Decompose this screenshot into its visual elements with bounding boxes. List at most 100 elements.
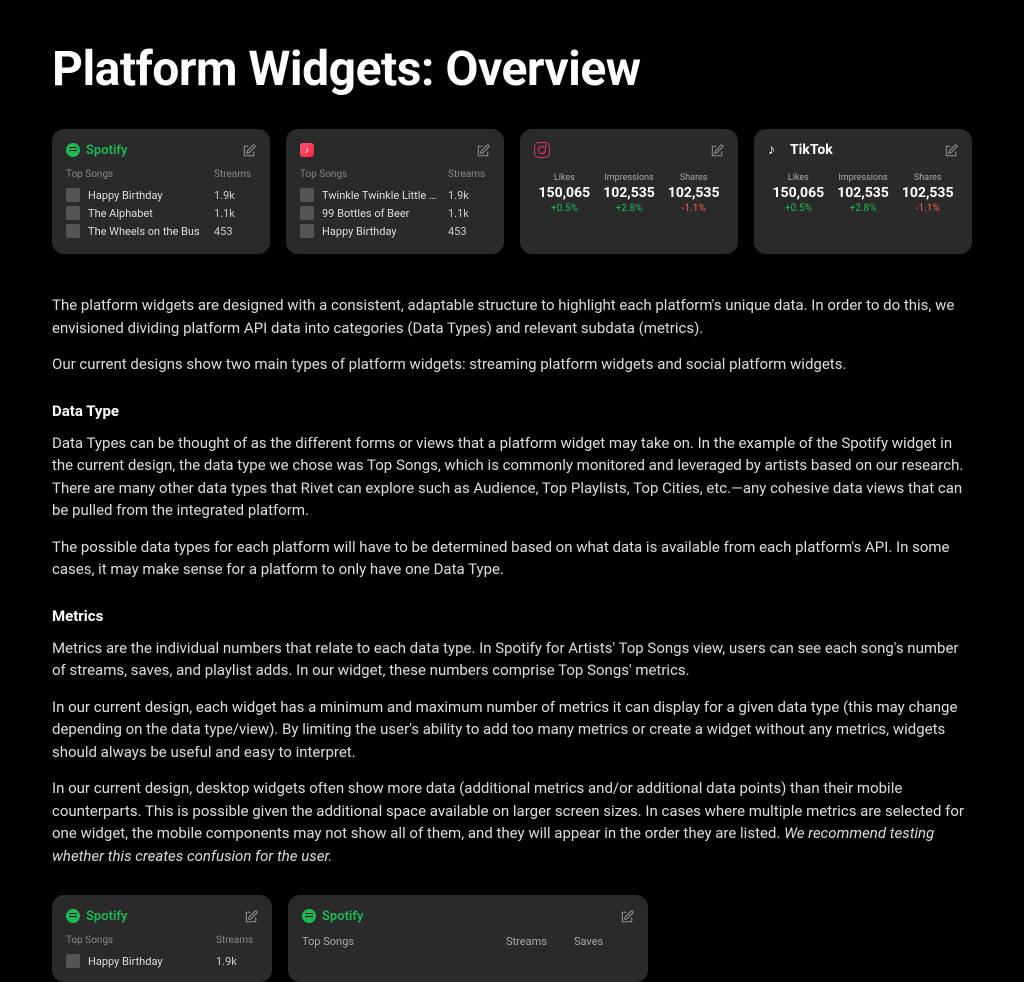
col-header-metric: Streams (214, 169, 256, 180)
edit-icon[interactable] (710, 143, 724, 157)
album-art-icon (66, 954, 80, 968)
metric-label: Shares (663, 173, 724, 183)
widget-tiktok: TikTok Likes 150,065 +0.5% Impressions 1… (754, 129, 972, 254)
metric-cell: Shares 102,535 -1.1% (663, 173, 724, 214)
list-item: 99 Bottles of Beer 1.1k (300, 204, 490, 222)
song-name: Twinkle Twinkle Little Star (322, 189, 440, 202)
metric-label: Likes (768, 173, 829, 183)
song-name: The Wheels on the Bus (88, 225, 206, 238)
section-heading-metrics: Metrics (52, 607, 972, 625)
spotify-icon (66, 909, 80, 923)
metric-value: 102,535 (833, 185, 894, 201)
song-value: 1.9k (214, 189, 256, 202)
col-header-label: Top Songs (300, 169, 440, 180)
list-item: Happy Birthday 1.9k (66, 186, 256, 204)
metric-cell: Shares 102,535 -1.1% (897, 173, 958, 214)
metric-cell: Impressions 102,535 +2.8% (833, 173, 894, 214)
song-value: 1.1k (448, 207, 490, 220)
brand-label: Spotify (86, 143, 127, 158)
song-value: 453 (448, 225, 490, 238)
body-paragraph: In our current design, desktop widgets o… (52, 777, 972, 867)
song-value: 1.1k (214, 207, 256, 220)
album-art-icon (66, 224, 80, 238)
brand-spotify: Spotify (66, 909, 127, 924)
spotify-icon (302, 909, 316, 923)
album-art-icon (300, 206, 314, 220)
brand-instagram (534, 142, 550, 158)
metric-delta: -1.1% (663, 203, 724, 214)
song-name: Happy Birthday (322, 225, 440, 238)
metric-cell: Likes 150,065 +0.5% (768, 173, 829, 214)
metric-value: 102,535 (599, 185, 660, 201)
col-header-label: Top Songs (302, 935, 498, 948)
edit-icon[interactable] (944, 143, 958, 157)
brand-tiktok: TikTok (768, 142, 833, 158)
col-header-metric: Streams (506, 935, 566, 948)
metric-delta: -1.1% (897, 203, 958, 214)
metric-value: 150,065 (534, 185, 595, 201)
song-value: 1.9k (216, 955, 258, 968)
brand-apple-music: ♪ (300, 143, 314, 157)
intro-paragraph: The platform widgets are designed with a… (52, 294, 972, 339)
metric-label: Impressions (833, 173, 894, 183)
edit-icon[interactable] (242, 143, 256, 157)
metric-delta: +2.8% (599, 203, 660, 214)
metric-label: Likes (534, 173, 595, 183)
instagram-icon (534, 142, 550, 158)
widget-apple-music: ♪ Top Songs Streams Twinkle Twinkle Litt… (286, 129, 504, 254)
edit-icon[interactable] (620, 909, 634, 923)
metric-value: 150,065 (768, 185, 829, 201)
metric-delta: +0.5% (534, 203, 595, 214)
col-header-metric: Saves (574, 935, 634, 948)
edit-icon[interactable] (244, 909, 258, 923)
list-item: The Wheels on the Bus 453 (66, 222, 256, 240)
list-item: The Alphabet 1.1k (66, 204, 256, 222)
song-value: 453 (214, 225, 256, 238)
body-paragraph: Metrics are the individual numbers that … (52, 637, 972, 682)
tiktok-icon (768, 143, 782, 157)
col-header-metric: Streams (216, 935, 258, 946)
col-header-label: Top Songs (66, 169, 206, 180)
section-heading-data-type: Data Type (52, 402, 972, 420)
metric-cell: Impressions 102,535 +2.8% (599, 173, 660, 214)
list-item: Happy Birthday 1.9k (66, 952, 258, 970)
metric-value: 102,535 (897, 185, 958, 201)
page-title: Platform Widgets: Overview (52, 40, 972, 97)
album-art-icon (66, 206, 80, 220)
song-name: Happy Birthday (88, 955, 208, 968)
metric-label: Shares (897, 173, 958, 183)
song-name: The Alphabet (88, 207, 206, 220)
widget-instagram: Likes 150,065 +0.5% Impressions 102,535 … (520, 129, 738, 254)
list-item: Happy Birthday 453 (300, 222, 490, 240)
apple-music-icon: ♪ (300, 143, 314, 157)
body-paragraph: The possible data types for each platfor… (52, 536, 972, 581)
body-paragraph: Data Types can be thought of as the diff… (52, 432, 972, 522)
body-paragraph: In our current design, each widget has a… (52, 696, 972, 764)
album-art-icon (66, 188, 80, 202)
widget-spotify-mobile: Spotify Top Songs Streams Happy Birthday… (52, 895, 272, 982)
metric-value: 102,535 (663, 185, 724, 201)
col-header-label: Top Songs (66, 935, 208, 946)
song-name: Happy Birthday (88, 189, 206, 202)
widget-spotify-desktop: Spotify Top Songs Streams Saves (288, 895, 648, 982)
song-value: 1.9k (448, 189, 490, 202)
metric-delta: +0.5% (768, 203, 829, 214)
edit-icon[interactable] (476, 143, 490, 157)
metric-delta: +2.8% (833, 203, 894, 214)
brand-spotify: Spotify (302, 909, 363, 924)
intro-paragraph: Our current designs show two main types … (52, 353, 972, 376)
widget-row-bottom: Spotify Top Songs Streams Happy Birthday… (52, 895, 972, 982)
brand-label: Spotify (86, 909, 127, 924)
brand-label: Spotify (322, 909, 363, 924)
metric-label: Impressions (599, 173, 660, 183)
album-art-icon (300, 224, 314, 238)
spotify-icon (66, 143, 80, 157)
widget-spotify: Spotify Top Songs Streams Happy Birthday… (52, 129, 270, 254)
widget-row-top: Spotify Top Songs Streams Happy Birthday… (52, 129, 972, 254)
list-item: Twinkle Twinkle Little Star 1.9k (300, 186, 490, 204)
album-art-icon (300, 188, 314, 202)
col-header-metric: Streams (448, 169, 490, 180)
song-name: 99 Bottles of Beer (322, 207, 440, 220)
brand-spotify: Spotify (66, 143, 127, 158)
metric-cell: Likes 150,065 +0.5% (534, 173, 595, 214)
